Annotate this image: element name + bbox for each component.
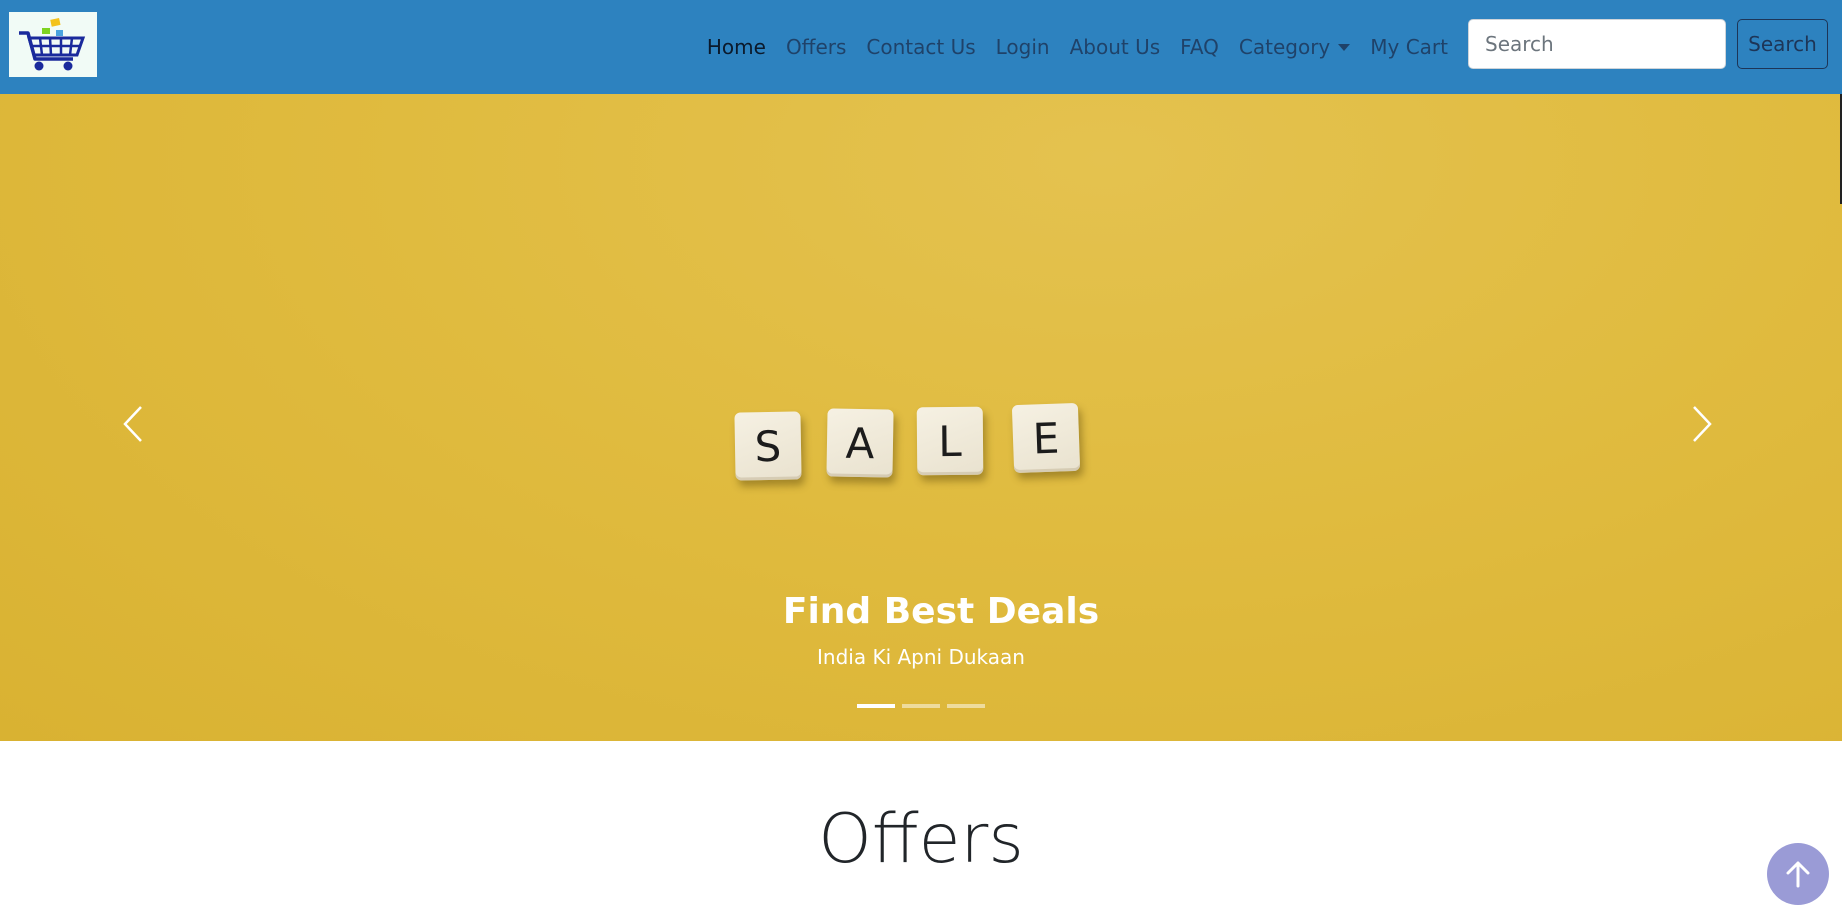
carousel-next-button[interactable]: [1672, 394, 1732, 454]
nav-my-cart[interactable]: My Cart: [1360, 0, 1458, 94]
nav-contact-us[interactable]: Contact Us: [856, 0, 985, 94]
chevron-right-icon: [1693, 406, 1712, 442]
nav-category-label: Category: [1238, 35, 1331, 59]
carousel-indicator-1[interactable]: [857, 704, 895, 708]
sale-tile-e: E: [1011, 402, 1081, 474]
site-logo[interactable]: [9, 12, 97, 77]
nav-faq[interactable]: FAQ: [1170, 0, 1229, 94]
offers-section-title: Offers: [818, 800, 1024, 879]
nav-offers[interactable]: Offers: [776, 0, 856, 94]
carousel-indicator-2[interactable]: [902, 704, 940, 708]
carousel-indicators: [0, 704, 1842, 708]
carousel-caption-title: Find Best Deals: [782, 591, 1100, 632]
hero-carousel: S A L E Find Best Deals India Ki Apni Du…: [0, 94, 1842, 741]
search-input[interactable]: [1468, 19, 1726, 69]
shopping-cart-icon: [19, 17, 86, 70]
nav-links: Home Offers Contact Us Login About Us FA…: [697, 0, 1458, 94]
sale-tile-a: A: [826, 408, 894, 478]
carousel-indicator-3[interactable]: [947, 704, 985, 708]
caret-down-icon: [1338, 44, 1351, 51]
back-to-top-button[interactable]: [1767, 843, 1829, 905]
nav-login[interactable]: Login: [986, 0, 1060, 94]
search-button[interactable]: Search: [1737, 19, 1828, 69]
arrow-up-icon: [1786, 861, 1810, 888]
sale-tile-s: S: [734, 411, 802, 481]
sale-tile-l: L: [916, 406, 984, 476]
carousel-caption-subtitle: India Ki Apni Dukaan: [817, 645, 1025, 669]
carousel-slide-image: S A L E: [0, 94, 1842, 741]
chevron-left-icon: [123, 406, 142, 442]
nav-home[interactable]: Home: [697, 0, 776, 94]
nav-category-dropdown[interactable]: Category: [1229, 0, 1360, 94]
navbar: Home Offers Contact Us Login About Us FA…: [0, 0, 1842, 94]
carousel-prev-button[interactable]: [103, 394, 163, 454]
nav-about-us[interactable]: About Us: [1060, 0, 1171, 94]
